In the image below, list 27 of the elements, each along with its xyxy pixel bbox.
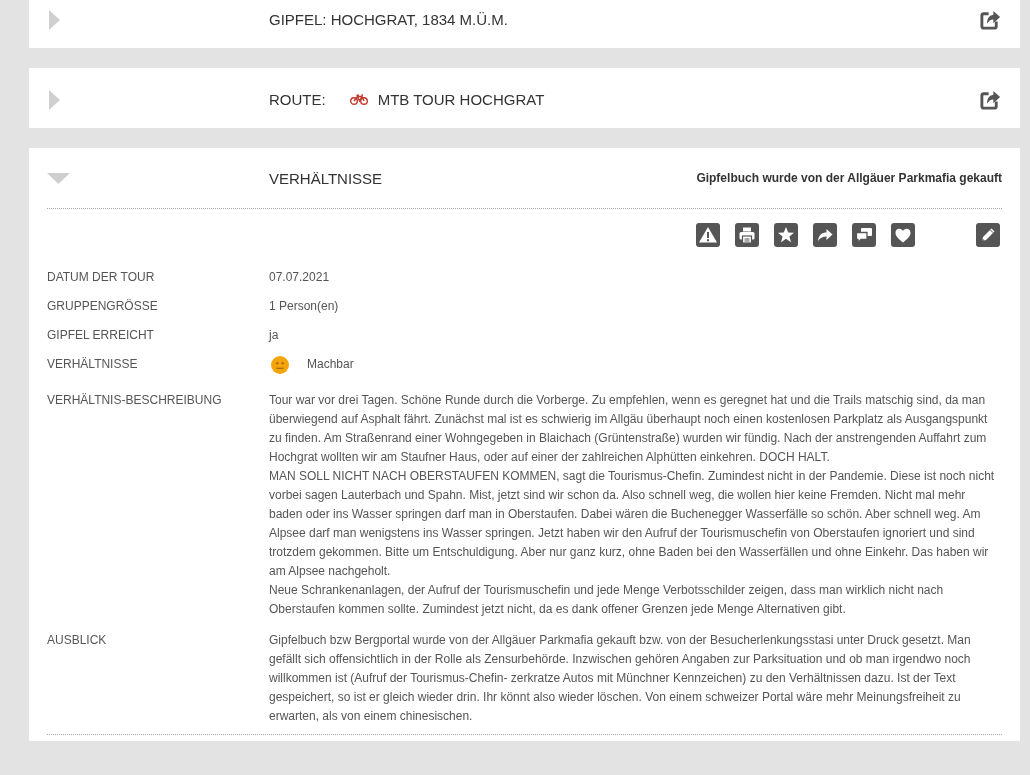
paragraph-text: Tour war vor drei Tagen. Schöne Runde durch die Vorberge. Zu empfehlen, wenn es geregnet hat und die Trails matschig sind, da man überwiegend auf Asphalt fährt. Zunächst mal ist es schwierig im Allgäu überhaupt noch einen kostenlosen Parkplatz als Ausgangspunkt zu finden. Am Straßenrand einer Wohngegeben in Blaichach (Grüntenstraße) wurden wir fündig. Nach der anstrengenden Auffahrt zum Hochgrat wollten wir am Staufner Haus, oder auf einer der zahlreichen Alphütten einkehren. DOCH HALT. (269, 392, 989, 466)
field-label: GIPFEL ERREICHT (47, 327, 155, 344)
field-value: 07.07.2021 (269, 270, 330, 284)
external-link-icon[interactable] (979, 88, 1002, 111)
printer-icon[interactable] (735, 223, 759, 247)
field-value: ja (269, 328, 279, 342)
route-label: ROUTE: (269, 91, 326, 108)
paragraph-text: MAN SOLL NICHT NACH OBERSTAUFEN KOMMEN, sagt die Tourismus-Chefin. Zumindest nicht in der Pandemie. Diese ist noch nicht vorbei sagen Lauterbach und Spahn. Mist, jetzt sind wir schon da. Also schnell weg, die wollen hier keine Fremden. Nicht mal mehr baden oder ins Wasser springen darf man in Oberstaufen. Dabei wären die Buchenegger Wasserfälle so schön. Aber schnell weg. Am Alpsee darf man wenigstens ins Wasser springen. Jetzt haben wir den Aufruf der Tourismuschefin von Oberstaufen ignoriert und sind trotzdem gekommen. Bitte um Entschuldigung. Aber nur ganz kurz, ohne Baden bei den Wasserfällen und ohne Einkehr. Das haben wir am Alpsee nachgeholt. (269, 468, 996, 580)
field-label: VERHÄLTNISSE (47, 356, 139, 373)
external-link-icon[interactable] (979, 8, 1002, 31)
field-label: VERHÄLTNIS-BESCHREIBUNG (47, 392, 223, 409)
neutral-face-icon (271, 355, 289, 374)
rating-label: Machbar (307, 356, 354, 373)
route-title[interactable]: MTB TOUR HOCHGRAT (377, 91, 545, 108)
speech-bubbles-icon[interactable] (852, 223, 876, 247)
field-label: DATUM DER TOUR (47, 269, 156, 286)
field-value: 1 Person(en) (269, 299, 339, 313)
section-title: GIPFEL: HOCHGRAT, 1834 M.Ü.M. (269, 11, 508, 28)
paragraph-text: Neue Schrankenanlagen, der Aufruf der Tourismuschefin und jede Menge Verbotsschilder zeigen, dass man wirklich nicht nach Oberstaufen kommen sollte. Zumindest jetzt nicht, da es dank offener Grenzen jede Menge Alternativen gibt. (269, 582, 945, 618)
section-title: VERHÄLTNISSE (269, 169, 383, 187)
field-label: GRUPPENGRÖSSE (47, 298, 159, 315)
section-note: Gipfelbuch wurde von der Allgäuer Parkmafia gekauft (696, 171, 1002, 185)
field-label: AUSBLICK (47, 632, 108, 649)
bicycle-icon (349, 94, 368, 105)
paragraph-text: Gipfelbuch bzw Bergportal wurde von der Allgäuer Parkmafia gekauft bzw. von der Besucherlenkungsstasi unter Druck gesetzt. Man gefällt sich offensichtlich in der Rolle als Zensurbehörde. Inzwischen gehören Angaben zur Parksituation und ob man irgendwo noch willkommen ist (Aufruf der Tourismus-Chefin- zerkratze Autos mit Münchner Kennzeichen) zu den Verhältnissen dazu. Ist der Text gespeichert, so ist er gleich wieder drin. Ihr könnt also wieder löschen. Von einem schweizer Portal wäre mehr Meinungsfreiheit zu erwarten, als von einem chinesischen. (269, 632, 972, 725)
warning-icon[interactable] (696, 223, 720, 247)
pencil-icon[interactable] (976, 223, 1000, 247)
